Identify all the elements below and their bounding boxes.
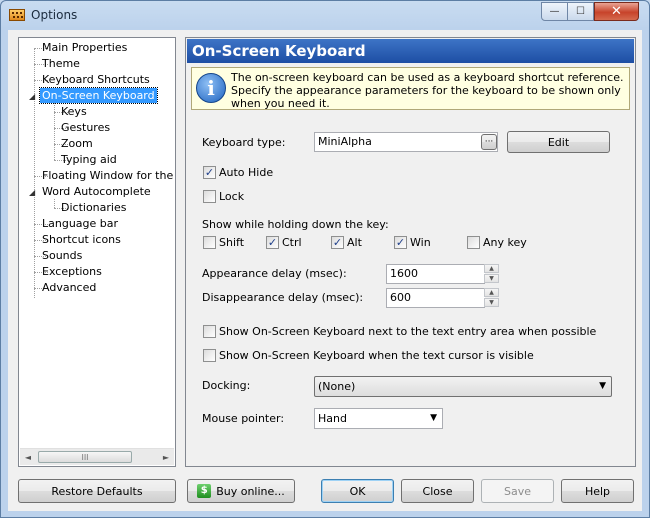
any-key-checkbox[interactable]: [467, 236, 480, 249]
spin-down-icon[interactable]: ▼: [484, 274, 499, 283]
alt-checkbox[interactable]: ✓: [331, 236, 344, 249]
appearance-delay-label: Appearance delay (msec):: [202, 267, 347, 280]
disappearance-delay-label: Disappearance delay (msec):: [202, 291, 364, 304]
keyboard-type-field[interactable]: MiniAlpha: [314, 132, 498, 152]
minimize-icon: —: [549, 6, 560, 17]
shift-checkbox[interactable]: [203, 236, 216, 249]
tree-item-language-bar[interactable]: Language bar: [42, 216, 118, 231]
panel-title: On-Screen Keyboard: [187, 39, 634, 63]
tree-item-zoom[interactable]: Zoom: [61, 136, 93, 151]
scroll-right-icon[interactable]: ►: [158, 449, 174, 465]
spin-down-icon[interactable]: ▼: [484, 298, 499, 307]
help-button[interactable]: Help: [561, 479, 634, 503]
any-key-label[interactable]: Any key: [483, 236, 527, 249]
spin-up-icon[interactable]: ▲: [484, 288, 499, 297]
tree-item-shortcut-icons[interactable]: Shortcut icons: [42, 232, 121, 247]
edit-button[interactable]: Edit: [507, 131, 610, 153]
show-cursor-visible-label[interactable]: Show On-Screen Keyboard when the text cu…: [219, 349, 534, 362]
info-text: The on-screen keyboard can be used as a …: [231, 71, 624, 110]
win-label[interactable]: Win: [410, 236, 431, 249]
scroll-left-icon[interactable]: ◄: [20, 449, 36, 465]
dialog-client-area: ◢ ◢ Main Properties Theme Keyboard Short…: [8, 30, 642, 511]
appearance-delay-input[interactable]: 1600: [386, 264, 485, 284]
lock-checkbox[interactable]: [203, 190, 216, 203]
tree-item-word-autocomplete[interactable]: Word Autocomplete: [42, 184, 151, 199]
minimize-button[interactable]: —: [541, 2, 568, 21]
tree-item-keyboard-shortcuts[interactable]: Keyboard Shortcuts: [42, 72, 150, 87]
settings-panel: On-Screen Keyboard i The on-screen keybo…: [185, 37, 636, 467]
tree-item-keys[interactable]: Keys: [61, 104, 87, 119]
disappearance-delay-input[interactable]: 600: [386, 288, 485, 308]
chevron-down-icon: ▼: [599, 381, 606, 391]
win-checkbox[interactable]: ✓: [394, 236, 407, 249]
close-button[interactable]: Close: [401, 479, 474, 503]
show-next-to-entry-checkbox[interactable]: [203, 325, 216, 338]
tree-line: [54, 199, 55, 208]
expanded-arrow-icon[interactable]: ◢: [29, 92, 35, 101]
info-box: i The on-screen keyboard can be used as …: [191, 67, 630, 110]
tree-item-exceptions[interactable]: Exceptions: [42, 264, 102, 279]
maximize-button[interactable]: ☐: [567, 2, 594, 21]
restore-defaults-button[interactable]: Restore Defaults: [18, 479, 176, 503]
alt-label[interactable]: Alt: [347, 236, 362, 249]
mouse-pointer-value: Hand: [318, 412, 347, 425]
auto-hide-checkbox[interactable]: ✓: [203, 166, 216, 179]
keyboard-app-icon: [9, 9, 25, 21]
close-icon: ✕: [611, 4, 622, 19]
expanded-arrow-icon[interactable]: ◢: [29, 188, 35, 197]
tree-item-floating-window[interactable]: Floating Window for the On-: [42, 168, 174, 183]
scrollbar-thumb[interactable]: III: [38, 451, 132, 463]
close-window-button[interactable]: ✕: [594, 2, 639, 21]
docking-label: Docking:: [202, 379, 251, 392]
ok-button[interactable]: OK: [321, 479, 394, 503]
options-tree[interactable]: ◢ ◢ Main Properties Theme Keyboard Short…: [18, 37, 176, 467]
save-button[interactable]: Save: [481, 479, 554, 503]
title-bar[interactable]: Options — ☐ ✕: [1, 1, 649, 29]
browse-button[interactable]: ···: [481, 134, 497, 150]
spin-up-icon[interactable]: ▲: [484, 264, 499, 273]
options-window: Options — ☐ ✕ ◢ ◢ Main Properties Theme …: [0, 0, 650, 518]
buy-online-label: Buy online...: [216, 484, 285, 498]
keyboard-type-label: Keyboard type:: [202, 136, 286, 149]
tree-item-dictionaries[interactable]: Dictionaries: [61, 200, 126, 215]
tree-item-on-screen-keyboard[interactable]: On-Screen Keyboard: [39, 87, 158, 104]
lock-label[interactable]: Lock: [219, 190, 244, 203]
appearance-delay-spinner[interactable]: ▲ ▼: [484, 264, 499, 284]
docking-dropdown[interactable]: (None) ▼: [314, 376, 612, 397]
tree-item-sounds[interactable]: Sounds: [42, 248, 82, 263]
dollar-icon: $: [197, 484, 212, 498]
chevron-down-icon: ▼: [430, 413, 437, 423]
tree-item-advanced[interactable]: Advanced: [42, 280, 96, 295]
mouse-pointer-dropdown[interactable]: Hand ▼: [314, 408, 443, 429]
tree-horizontal-scrollbar[interactable]: ◄ III ►: [20, 448, 174, 465]
hold-key-label: Show while holding down the key:: [202, 218, 389, 231]
tree-item-gestures[interactable]: Gestures: [61, 120, 110, 135]
ctrl-label[interactable]: Ctrl: [282, 236, 302, 249]
show-next-to-entry-label[interactable]: Show On-Screen Keyboard next to the text…: [219, 325, 596, 338]
shift-label[interactable]: Shift: [219, 236, 244, 249]
window-title: Options: [31, 8, 78, 22]
tree-line: [34, 48, 35, 298]
tree-item-typing-aid[interactable]: Typing aid: [61, 152, 117, 167]
buy-online-button[interactable]: $ Buy online...: [187, 479, 295, 503]
ctrl-checkbox[interactable]: ✓: [266, 236, 279, 249]
show-cursor-visible-checkbox[interactable]: [203, 349, 216, 362]
disappearance-delay-spinner[interactable]: ▲ ▼: [484, 288, 499, 308]
docking-value: (None): [318, 380, 356, 393]
maximize-icon: ☐: [576, 6, 585, 17]
tree-item-main-properties[interactable]: Main Properties: [42, 40, 127, 55]
info-icon: i: [196, 73, 226, 103]
auto-hide-label[interactable]: Auto Hide: [219, 166, 273, 179]
mouse-pointer-label: Mouse pointer:: [202, 412, 285, 425]
tree-item-theme[interactable]: Theme: [42, 56, 80, 71]
